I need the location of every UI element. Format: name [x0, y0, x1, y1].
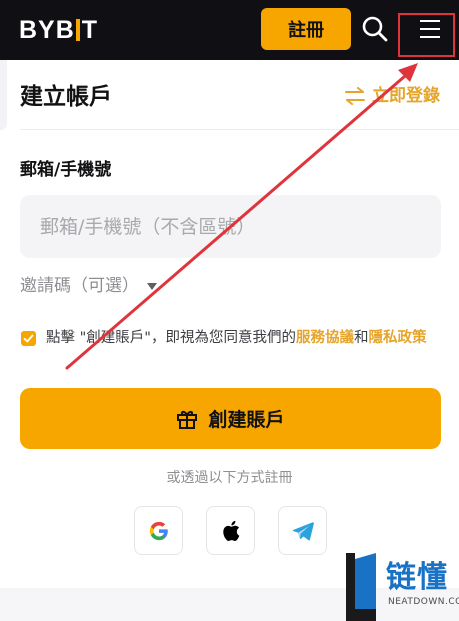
agree-and: 和 [353, 330, 369, 346]
alternative-signup-text: 或透過以下方式註冊 [166, 470, 293, 486]
google-icon [149, 521, 168, 540]
create-account-label: 創建賬戶 [208, 409, 285, 431]
logo-text-left: BYB [19, 16, 75, 44]
swap-arrows-icon [345, 87, 365, 105]
create-account-button[interactable]: 創建賬戶 [20, 388, 441, 449]
page-title: 建立帳戶 [20, 84, 112, 110]
watermark-title: 链懂 [386, 560, 448, 595]
top-navigation-bar: BYB T 註冊 [0, 0, 459, 60]
neatdown-watermark-logo [346, 553, 376, 621]
agree-prefix: 點擊 "創建賬戶"，即視為您同意我們的 [46, 330, 296, 346]
login-link-label: 立即登錄 [372, 86, 440, 106]
referral-code-label: 邀請碼（可選） [20, 276, 139, 296]
email-phone-label: 郵箱/手機號 [20, 160, 112, 180]
google-signup-button[interactable] [134, 506, 183, 555]
logo-text-right: T [81, 16, 99, 44]
header-divider [20, 129, 459, 130]
apple-icon [222, 520, 239, 541]
terms-agreement-text: 點擊 "創建賬戶"，即視為您同意我們的服務協議和隱私政策 [46, 326, 444, 350]
hamburger-menu-icon[interactable] [420, 20, 440, 38]
terms-of-service-link[interactable]: 服務協議 [296, 330, 354, 346]
watermark-url: NEATDOWN.COM [388, 597, 459, 607]
caret-down-icon [147, 282, 157, 290]
logo-accent-bar [75, 19, 80, 41]
login-link[interactable]: 立即登錄 [344, 84, 440, 108]
register-button[interactable]: 註冊 [261, 8, 351, 50]
telegram-signup-button[interactable] [278, 506, 327, 555]
referral-code-toggle[interactable]: 邀請碼（可選） [20, 275, 157, 297]
telegram-icon [292, 521, 314, 540]
privacy-policy-link[interactable]: 隱私政策 [368, 330, 426, 346]
search-icon[interactable] [361, 15, 389, 43]
email-phone-input[interactable] [20, 195, 441, 258]
checkmark-icon [23, 334, 34, 343]
agree-checkbox[interactable] [21, 331, 36, 346]
gift-icon [177, 410, 198, 429]
bybit-logo[interactable]: BYB T [19, 16, 98, 44]
apple-signup-button[interactable] [206, 506, 255, 555]
